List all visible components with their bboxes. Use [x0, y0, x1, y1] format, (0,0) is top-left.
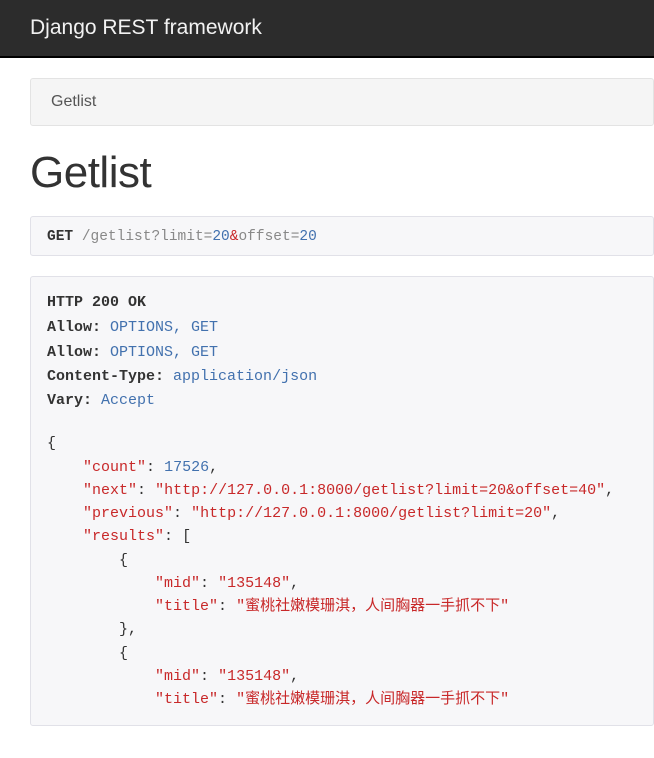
request-query: ?limit=20&offset=20	[151, 229, 316, 245]
header-key: Vary:	[47, 392, 92, 409]
header-key: Allow:	[47, 319, 101, 336]
response-header: Content-Type: application/json	[47, 365, 637, 388]
navbar: Django REST framework	[0, 0, 654, 58]
header-value: OPTIONS, GET	[110, 344, 218, 361]
request-info: GET /getlist?limit=20&offset=20	[30, 216, 654, 256]
page-title: Getlist	[30, 148, 654, 198]
response-info: HTTP 200 OK Allow: OPTIONS, GET Allow: O…	[30, 276, 654, 726]
request-path: /getlist	[82, 229, 152, 245]
request-method: GET	[47, 229, 73, 245]
header-key: Allow:	[47, 344, 101, 361]
response-header: Allow: OPTIONS, GET	[47, 341, 637, 364]
breadcrumb-item[interactable]: Getlist	[51, 93, 96, 110]
response-header: Allow: OPTIONS, GET	[47, 316, 637, 339]
breadcrumb: Getlist	[30, 78, 654, 126]
navbar-brand[interactable]: Django REST framework	[30, 16, 262, 40]
header-value: Accept	[101, 392, 155, 409]
response-header: Vary: Accept	[47, 389, 637, 412]
response-status: HTTP 200 OK	[47, 291, 637, 314]
main-content: Getlist Getlist GET /getlist?limit=20&of…	[0, 78, 654, 726]
header-value: OPTIONS, GET	[110, 319, 218, 336]
header-value: application/json	[173, 368, 317, 385]
header-key: Content-Type:	[47, 368, 164, 385]
response-body: { "count": 17526, "next": "http://127.0.…	[47, 432, 637, 711]
